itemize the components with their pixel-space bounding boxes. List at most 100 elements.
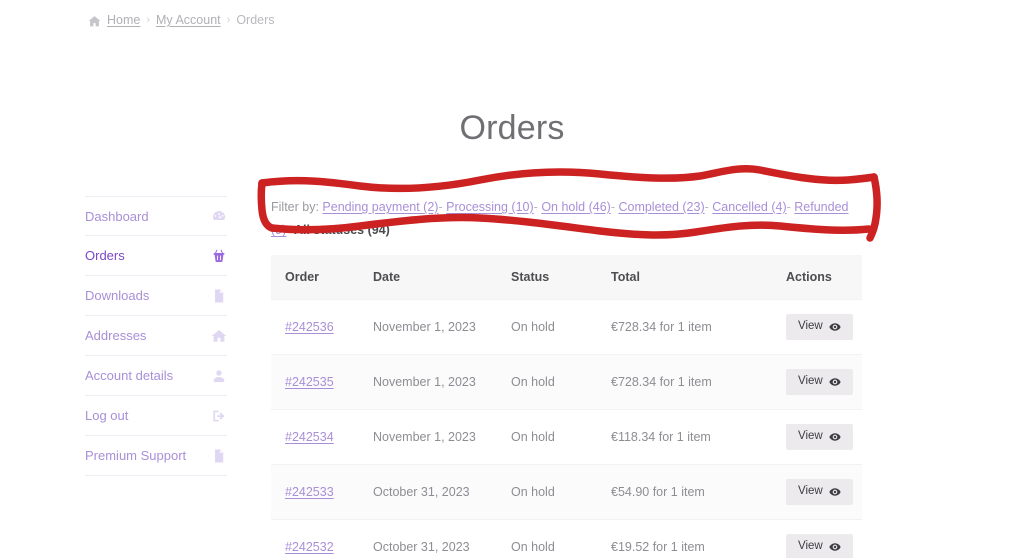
order-status-cell: On hold: [497, 409, 597, 465]
order-link[interactable]: #242532: [285, 540, 334, 554]
sidebar-item-orders[interactable]: Orders: [85, 236, 227, 276]
filter-link-cancelled[interactable]: Cancelled (4): [712, 200, 786, 214]
order-actions-cell: View: [772, 409, 862, 465]
order-date-cell: October 31, 2023: [359, 464, 497, 520]
eye-icon: [829, 431, 841, 443]
view-button-label: View: [798, 430, 823, 443]
order-actions-cell: View: [772, 464, 862, 520]
column-header-date: Date: [359, 255, 497, 300]
sidebar-item-label: Log out: [85, 408, 129, 423]
eye-icon: [829, 541, 841, 553]
order-link[interactable]: #242533: [285, 485, 334, 499]
gauge-icon: [211, 208, 227, 224]
breadcrumb-link-my-account[interactable]: My Account: [156, 13, 221, 27]
house-icon: [211, 328, 227, 344]
document-icon: [211, 288, 227, 304]
order-number-cell: #242536: [271, 299, 359, 355]
view-order-button[interactable]: View: [786, 534, 853, 558]
order-link[interactable]: #242534: [285, 430, 334, 444]
filter-link-processing[interactable]: Processing (10): [446, 200, 534, 214]
orders-table: Order Date Status Total Actions #242536 …: [271, 255, 862, 558]
filter-separator: -: [704, 200, 709, 214]
orders-table-head: Order Date Status Total Actions: [271, 255, 862, 300]
eye-icon: [829, 321, 841, 333]
view-order-button[interactable]: View: [786, 369, 853, 395]
eye-icon: [829, 486, 841, 498]
breadcrumb-separator: ›: [146, 14, 151, 26]
eye-icon: [829, 376, 841, 388]
view-button-label: View: [798, 320, 823, 333]
order-status-cell: On hold: [497, 519, 597, 558]
account-sidebar: Dashboard Orders Downloads Addresses Acc: [85, 196, 227, 476]
filter-separator: -: [786, 200, 791, 214]
breadcrumb-current-orders: Orders: [236, 13, 275, 27]
order-total-cell: €728.34 for 1 item: [597, 299, 772, 355]
sidebar-item-label: Downloads: [85, 288, 150, 303]
order-date-cell: November 1, 2023: [359, 354, 497, 410]
view-order-button[interactable]: View: [786, 424, 853, 450]
table-row: #242532 October 31, 2023 On hold €19.52 …: [271, 519, 862, 558]
order-total-cell: €54.90 for 1 item: [597, 464, 772, 520]
column-header-order: Order: [271, 255, 359, 300]
order-link[interactable]: #242535: [285, 375, 334, 389]
orders-table-body: #242536 November 1, 2023 On hold €728.34…: [271, 299, 862, 558]
sidebar-item-premium-support[interactable]: Premium Support: [85, 436, 227, 476]
order-actions-cell: View: [772, 519, 862, 558]
filter-separator: -: [533, 200, 538, 214]
view-order-button[interactable]: View: [786, 314, 853, 340]
order-date-cell: November 1, 2023: [359, 299, 497, 355]
column-header-total: Total: [597, 255, 772, 300]
table-row: #242533 October 31, 2023 On hold €54.90 …: [271, 464, 862, 520]
page-root: Home › My Account › Orders Orders Dashbo…: [0, 0, 1024, 558]
order-status-cell: On hold: [497, 464, 597, 520]
order-total-cell: €728.34 for 1 item: [597, 354, 772, 410]
sidebar-item-account-details[interactable]: Account details: [85, 356, 227, 396]
breadcrumb-link-home[interactable]: Home: [107, 13, 140, 27]
view-order-button[interactable]: View: [786, 479, 853, 505]
filter-link-on-hold[interactable]: On hold (46): [541, 200, 610, 214]
table-row: #242534 November 1, 2023 On hold €118.34…: [271, 409, 862, 465]
sidebar-item-label: Orders: [85, 248, 125, 263]
filter-link-completed[interactable]: Completed (23): [618, 200, 704, 214]
order-status-cell: On hold: [497, 354, 597, 410]
sidebar-item-downloads[interactable]: Downloads: [85, 276, 227, 316]
person-icon: [211, 368, 227, 384]
order-actions-cell: View: [772, 299, 862, 355]
order-total-cell: €19.52 for 1 item: [597, 519, 772, 558]
filter-separator: -: [610, 200, 615, 214]
order-date-cell: November 1, 2023: [359, 409, 497, 465]
order-link[interactable]: #242536: [285, 320, 334, 334]
filter-link-pending-payment[interactable]: Pending payment (2): [322, 200, 438, 214]
table-row: #242536 November 1, 2023 On hold €728.34…: [271, 299, 862, 355]
page-title: Orders: [459, 108, 565, 147]
sidebar-item-label: Addresses: [85, 328, 147, 343]
table-row: #242535 November 1, 2023 On hold €728.34…: [271, 354, 862, 410]
filter-prefix-label: Filter by:: [271, 200, 319, 214]
view-button-label: View: [798, 540, 823, 553]
order-number-cell: #242535: [271, 354, 359, 410]
table-header-row: Order Date Status Total Actions: [271, 255, 862, 300]
home-icon: [88, 15, 101, 28]
order-total-cell: €118.34 for 1 item: [597, 409, 772, 465]
order-actions-cell: View: [772, 354, 862, 410]
document-icon: [211, 448, 227, 464]
sidebar-item-label: Dashboard: [85, 208, 149, 224]
sidebar-item-addresses[interactable]: Addresses: [85, 316, 227, 356]
breadcrumb: Home › My Account › Orders: [88, 13, 275, 27]
order-status-cell: On hold: [497, 299, 597, 355]
order-date-cell: October 31, 2023: [359, 519, 497, 558]
column-header-status: Status: [497, 255, 597, 300]
sidebar-item-log-out[interactable]: Log out: [85, 396, 227, 436]
sidebar-item-label: Account details: [85, 368, 174, 383]
view-button-label: View: [798, 485, 823, 498]
view-button-label: View: [798, 375, 823, 388]
order-number-cell: #242533: [271, 464, 359, 520]
sidebar-item-dashboard[interactable]: Dashboard: [85, 196, 227, 236]
sidebar-item-label: Premium Support: [85, 448, 187, 463]
order-number-cell: #242534: [271, 409, 359, 465]
filter-separator: -: [438, 200, 443, 214]
breadcrumb-separator: ›: [226, 14, 231, 26]
column-header-actions: Actions: [772, 255, 862, 300]
order-number-cell: #242532: [271, 519, 359, 558]
filter-active-all-statuses: All statuses (94): [293, 223, 390, 238]
